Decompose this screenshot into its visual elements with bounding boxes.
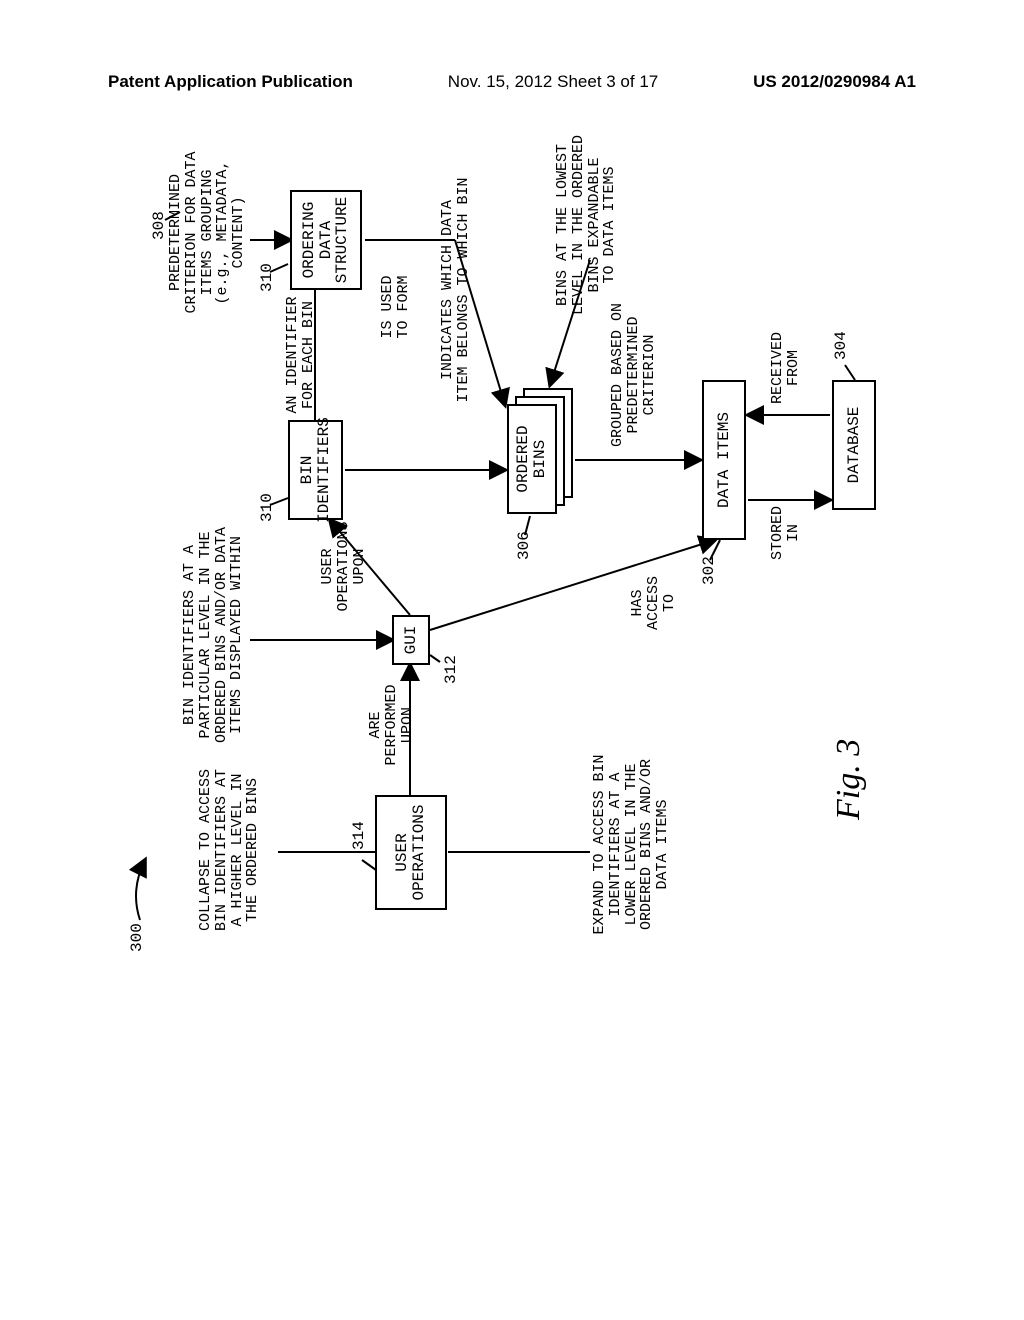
box-database: DATABASE <box>832 380 876 510</box>
figure-3-viewport: 300 302 304 306 308 310 310 312 314 USER… <box>110 140 910 960</box>
ref-310b: 310 <box>258 263 276 292</box>
box-gui: GUI <box>392 615 430 665</box>
box-user-operations: USER OPERATIONS <box>375 795 447 910</box>
ref-310a: 310 <box>258 493 276 522</box>
label-criterion: PREDETERMINED CRITERION FOR DATA ITEMS G… <box>168 145 247 320</box>
page-header: Patent Application Publication Nov. 15, … <box>0 0 1024 92</box>
label-indicates: INDICATES WHICH DATA ITEM BELONGS TO WHI… <box>440 175 472 405</box>
ref-308: 308 <box>150 211 168 240</box>
ref-306: 306 <box>515 531 533 560</box>
label-user-ops-upon: USER OPERATIONS UPON <box>320 519 367 614</box>
label-gui-top: BIN IDENTIFIERS AT A PARTICULAR LEVEL IN… <box>182 520 245 750</box>
label-expand: EXPAND TO ACCESS BIN IDENTIFIERS AT A LO… <box>592 747 671 942</box>
header-pub-number: US 2012/0290984 A1 <box>753 72 916 92</box>
box-bin-identifiers: BIN IDENTIFIERS <box>288 420 343 520</box>
figure-3: 300 302 304 306 308 310 310 312 314 USER… <box>110 140 910 960</box>
box-ordering-data-structure: ORDERING DATA STRUCTURE <box>290 190 362 290</box>
figure-caption: Fig. 3 <box>830 739 868 820</box>
label-performed-upon: ARE PERFORMED UPON <box>368 680 415 770</box>
label-bins-lowest: BINS AT THE LOWEST LEVEL IN THE ORDERED … <box>555 130 618 320</box>
label-grouped: GROUPED BASED ON PREDETERMINED CRITERION <box>610 295 657 455</box>
ref-302: 302 <box>700 556 718 585</box>
label-received-from: RECEIVED FROM <box>770 328 802 408</box>
header-publication: Patent Application Publication <box>108 72 353 92</box>
ref-304: 304 <box>832 331 850 360</box>
box-data-items: DATA ITEMS <box>702 380 746 540</box>
label-has-access: HAS ACCESS TO <box>630 568 677 638</box>
ref-314: 314 <box>350 821 368 850</box>
label-is-used-to-form: IS USED TO FORM <box>380 272 412 342</box>
header-date-sheet: Nov. 15, 2012 Sheet 3 of 17 <box>448 72 658 92</box>
label-id-each-bin: AN IDENTIFIER FOR EACH BIN <box>285 295 317 415</box>
label-stored-in: STORED IN <box>770 498 802 568</box>
ref-312: 312 <box>442 655 460 684</box>
ref-300: 300 <box>128 923 146 952</box>
label-collapse: COLLAPSE TO ACCESS BIN IDENTIFIERS AT A … <box>198 760 261 940</box>
box-ordered-bins-front: ORDERED BINS <box>507 404 557 514</box>
